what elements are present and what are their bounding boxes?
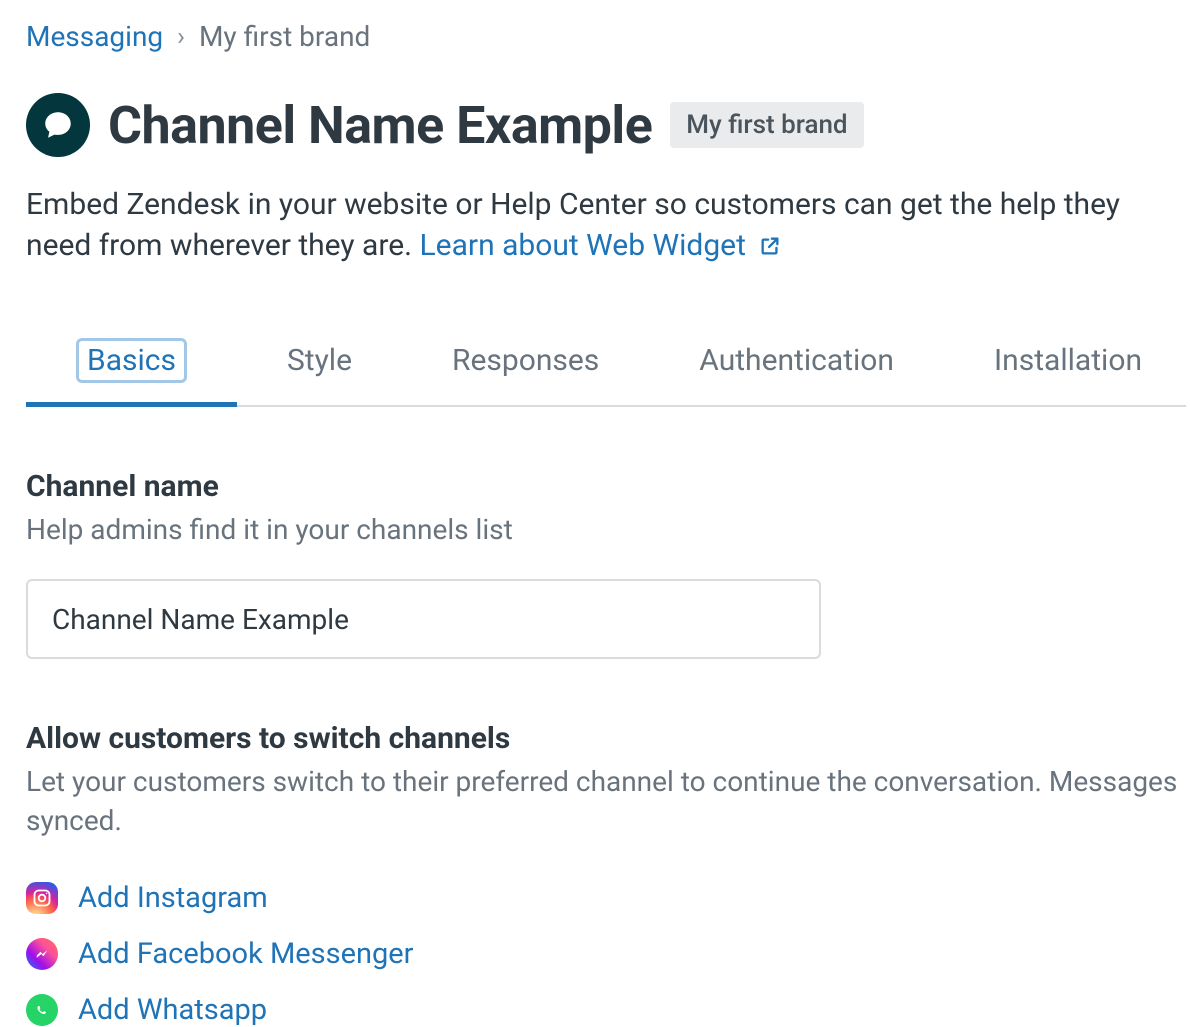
page-description: Embed Zendesk in your website or Help Ce… [26, 185, 1166, 268]
switch-channels-help: Let your customers switch to their prefe… [26, 762, 1186, 840]
tab-label: Style [287, 338, 352, 383]
tab-label: Installation [994, 338, 1142, 383]
breadcrumb-root-link[interactable]: Messaging [26, 20, 163, 53]
channel-name-input[interactable] [26, 579, 821, 659]
channel-name-section: Channel name Help admins find it in your… [26, 469, 1190, 659]
tab-label: Basics [76, 338, 187, 383]
switch-channels-section: Allow customers to switch channels Let y… [26, 721, 1190, 1026]
page-header: Channel Name Example My first brand [26, 93, 1190, 157]
chevron-right-icon: › [177, 22, 185, 52]
add-instagram-link[interactable]: Add Instagram [78, 881, 268, 915]
tabs: Basics Style Responses Authentication In… [26, 338, 1186, 407]
channel-name-title: Channel name [26, 469, 1190, 504]
add-facebook-messenger-link[interactable]: Add Facebook Messenger [78, 937, 413, 971]
learn-web-widget-link[interactable]: Learn about Web Widget [420, 228, 782, 263]
external-link-icon [759, 228, 781, 269]
whatsapp-icon [26, 994, 58, 1026]
tab-responses[interactable]: Responses [402, 338, 649, 405]
add-whatsapp-row: Add Whatsapp [26, 993, 1190, 1027]
tab-label: Responses [452, 338, 599, 383]
channel-speech-icon [26, 93, 90, 157]
tab-authentication[interactable]: Authentication [649, 338, 944, 405]
tab-installation[interactable]: Installation [944, 338, 1190, 405]
breadcrumb: Messaging › My first brand [26, 20, 1190, 53]
page-title: Channel Name Example [108, 95, 652, 156]
tab-label: Authentication [699, 338, 894, 383]
switch-channels-title: Allow customers to switch channels [26, 721, 1190, 756]
facebook-messenger-icon [26, 938, 58, 970]
add-facebook-messenger-row: Add Facebook Messenger [26, 937, 1190, 971]
add-channel-links: Add Instagram Add Facebook Messenger Add… [26, 881, 1190, 1027]
tab-style[interactable]: Style [237, 338, 402, 405]
brand-badge: My first brand [670, 102, 863, 148]
tab-basics[interactable]: Basics [26, 338, 237, 405]
channel-name-help: Help admins find it in your channels lis… [26, 510, 1186, 549]
add-whatsapp-link[interactable]: Add Whatsapp [78, 993, 267, 1027]
breadcrumb-current: My first brand [199, 20, 370, 53]
add-instagram-row: Add Instagram [26, 881, 1190, 915]
instagram-icon [26, 882, 58, 914]
